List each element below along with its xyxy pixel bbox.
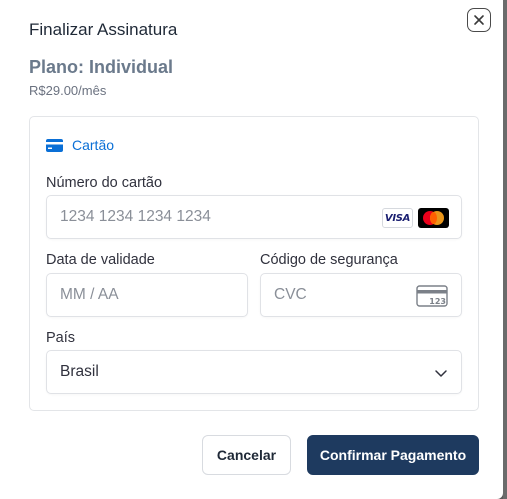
modal-title: Finalizar Assinatura	[29, 20, 178, 39]
credit-card-icon	[46, 139, 63, 152]
cancel-button[interactable]: Cancelar	[202, 435, 291, 475]
card-brands: VISA	[382, 208, 449, 228]
cvc-label: Código de segurança	[260, 252, 398, 268]
close-button[interactable]	[467, 8, 491, 32]
close-icon	[474, 15, 484, 25]
country-value: Brasil	[60, 363, 99, 380]
tab-card-label: Cartão	[72, 137, 115, 153]
card-number-input[interactable]: 1234 1234 1234 1234 VISA	[46, 195, 462, 239]
plan-name: Plano: Individual	[29, 57, 174, 77]
country-label: País	[46, 330, 76, 346]
checkout-modal: Finalizar Assinatura Plano: Individual R…	[0, 0, 503, 499]
cvc-input[interactable]: CVC 123	[260, 273, 462, 317]
expiry-input[interactable]: MM / AA	[46, 273, 248, 317]
plan-price: R$29.00/mês	[29, 83, 107, 98]
modal-backdrop	[503, 0, 507, 499]
expiry-label: Data de validade	[46, 252, 155, 268]
payment-element: Cartão Número do cartão 1234 1234 1234 1…	[29, 116, 479, 411]
tab-card[interactable]: Cartão	[46, 137, 114, 153]
card-number-placeholder: 1234 1234 1234 1234	[60, 208, 211, 225]
visa-icon: VISA	[382, 208, 413, 228]
mastercard-icon	[418, 208, 449, 228]
card-number-label: Número do cartão	[46, 175, 163, 191]
confirm-payment-button[interactable]: Confirmar Pagamento	[307, 435, 479, 475]
cvc-placeholder: CVC	[274, 286, 307, 303]
chevron-down-icon	[435, 370, 447, 377]
cvc-icon-text: 123	[429, 297, 446, 306]
country-select[interactable]: Brasil	[46, 350, 462, 394]
expiry-placeholder: MM / AA	[60, 286, 119, 303]
cvc-card-icon: 123	[416, 285, 448, 307]
